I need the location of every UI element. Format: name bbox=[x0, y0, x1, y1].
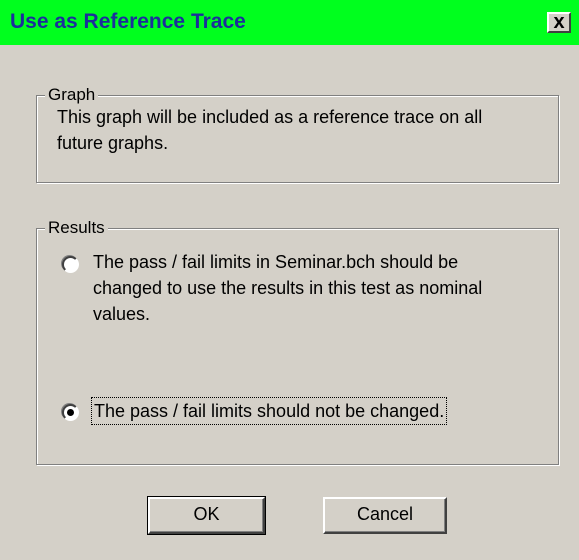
cancel-button[interactable]: Cancel bbox=[323, 497, 447, 534]
radio-change-limits[interactable] bbox=[62, 256, 79, 273]
close-icon: x bbox=[553, 11, 565, 33]
reference-trace-dialog: Use as Reference Trace x Graph This grap… bbox=[0, 0, 579, 560]
graph-group-legend: Graph bbox=[45, 84, 99, 106]
ok-button[interactable]: OK bbox=[147, 496, 266, 535]
radio-selected-dot bbox=[67, 409, 74, 416]
graph-description: This graph will be included as a referen… bbox=[57, 107, 483, 153]
title-bar: Use as Reference Trace x bbox=[0, 0, 579, 45]
dialog-title: Use as Reference Trace bbox=[10, 10, 246, 33]
close-button[interactable]: x bbox=[547, 12, 571, 33]
graph-group: Graph This graph will be included as a r… bbox=[36, 84, 559, 183]
radio-keep-limits[interactable] bbox=[62, 404, 79, 421]
results-group-legend: Results bbox=[45, 217, 108, 239]
results-group: Results The pass / fail limits in Semina… bbox=[36, 217, 559, 465]
radio-keep-limits-label[interactable]: The pass / fail limits should not be cha… bbox=[91, 397, 448, 425]
radio-change-limits-label[interactable]: The pass / fail limits in Seminar.bch sh… bbox=[93, 249, 523, 327]
